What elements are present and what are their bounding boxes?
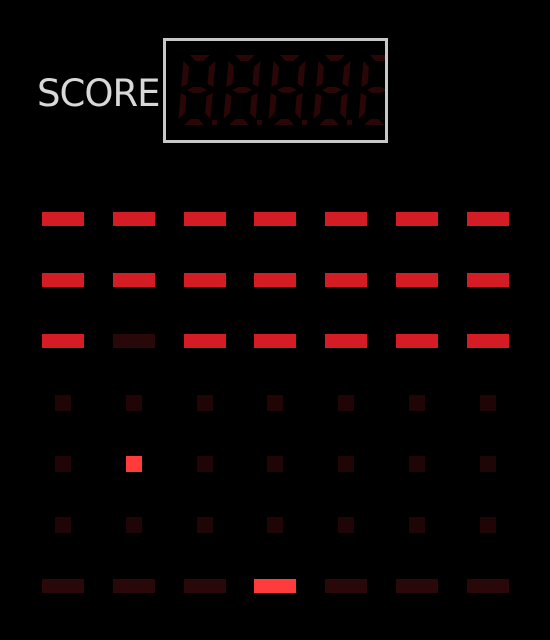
brick	[112, 212, 155, 226]
paddle-slot	[42, 579, 84, 594]
empty-dot	[267, 394, 284, 411]
ball	[125, 455, 142, 472]
brick	[254, 334, 297, 349]
empty-dot	[409, 455, 425, 472]
paddle-slot	[466, 579, 509, 594]
brick	[183, 273, 226, 288]
empty-dot	[125, 517, 142, 533]
game-board	[0, 0, 550, 640]
brick	[42, 334, 84, 349]
brick	[42, 273, 84, 288]
empty-dot	[479, 455, 496, 472]
brick	[466, 273, 509, 288]
paddle	[254, 579, 297, 594]
empty-dot	[196, 394, 213, 411]
empty-dot	[338, 394, 355, 411]
empty-dot	[409, 517, 425, 533]
empty-dot	[55, 517, 71, 533]
brick	[254, 273, 297, 288]
empty-dot	[479, 394, 496, 411]
paddle-slot	[396, 579, 438, 594]
empty-dot	[338, 517, 355, 533]
empty-dot	[267, 517, 284, 533]
empty-dot	[409, 394, 425, 411]
empty-dot	[267, 455, 284, 472]
paddle-slot	[183, 579, 226, 594]
empty-dot	[125, 394, 142, 411]
empty-dot	[196, 517, 213, 533]
brick	[466, 334, 509, 349]
empty-dot	[338, 455, 355, 472]
brick	[183, 334, 226, 349]
brick-empty	[112, 334, 155, 349]
brick	[325, 212, 368, 226]
paddle-slot	[325, 579, 368, 594]
brick	[42, 212, 84, 226]
empty-dot	[479, 517, 496, 533]
brick	[396, 273, 438, 288]
brick	[183, 212, 226, 226]
brick	[254, 212, 297, 226]
paddle-slot	[112, 579, 155, 594]
brick	[112, 273, 155, 288]
brick	[396, 334, 438, 349]
brick	[325, 334, 368, 349]
empty-dot	[55, 455, 71, 472]
empty-dot	[55, 394, 71, 411]
empty-dot	[196, 455, 213, 472]
brick	[396, 212, 438, 226]
brick	[325, 273, 368, 288]
brick	[466, 212, 509, 226]
